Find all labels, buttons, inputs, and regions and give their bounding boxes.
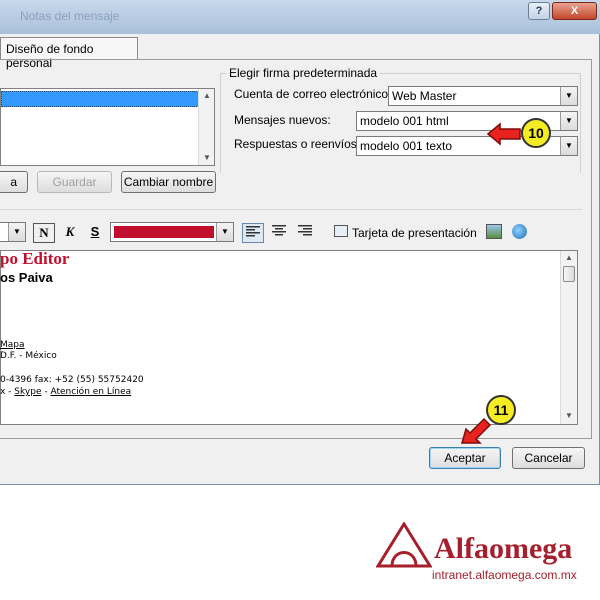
list-scrollbar[interactable]: ▲ ▼ bbox=[198, 89, 214, 165]
chevron-down-icon[interactable]: ▼ bbox=[560, 137, 577, 155]
replies-value: modelo 001 texto bbox=[360, 139, 453, 153]
align-center-button[interactable] bbox=[268, 223, 290, 243]
pointer-arrow-icon bbox=[486, 122, 521, 146]
account-label: Cuenta de correo electrónico: bbox=[234, 87, 392, 101]
editor-scrollbar[interactable]: ▲ ▼ bbox=[560, 251, 577, 424]
map-link[interactable]: Mapa bbox=[0, 340, 25, 350]
scroll-thumb[interactable] bbox=[563, 266, 575, 282]
step-10-badge: 10 bbox=[521, 118, 551, 148]
title-bar: Notas del mensaje ? X bbox=[0, 0, 600, 34]
font-color-select[interactable]: ▼ bbox=[110, 222, 234, 242]
chevron-down-icon[interactable]: ▼ bbox=[216, 223, 233, 241]
font-size-select[interactable]: ▼ bbox=[0, 222, 26, 242]
new-messages-value: modelo 001 html bbox=[360, 114, 449, 128]
contact-prefix: x - bbox=[0, 387, 15, 397]
section-divider bbox=[0, 209, 582, 210]
scroll-up-icon[interactable]: ▲ bbox=[203, 91, 211, 100]
signature-phone: 0-4396 fax: +52 (55) 55752420 bbox=[0, 375, 144, 385]
align-right-button[interactable] bbox=[294, 223, 316, 243]
skype-link[interactable]: Skype bbox=[14, 387, 41, 397]
signature-city: D.F. - México bbox=[0, 351, 57, 361]
tab-personal-stationery[interactable]: Diseño de fondo personal bbox=[0, 37, 138, 70]
signature-company: po Editor bbox=[0, 249, 70, 268]
account-value: Web Master bbox=[392, 89, 457, 103]
default-signature-group-label: Elegir firma predeterminada bbox=[226, 66, 381, 80]
bold-button[interactable]: N bbox=[33, 223, 55, 243]
replies-label: Respuestas o reenvíos: bbox=[234, 137, 361, 151]
scroll-up-icon[interactable]: ▲ bbox=[565, 253, 573, 262]
align-left-button[interactable] bbox=[242, 223, 264, 243]
font-color-swatch bbox=[114, 226, 214, 238]
save-button[interactable]: Guardar bbox=[37, 171, 112, 193]
chevron-down-icon[interactable]: ▼ bbox=[560, 87, 577, 105]
pointer-arrow-icon bbox=[461, 417, 492, 444]
scroll-down-icon[interactable]: ▼ bbox=[565, 411, 573, 420]
align-left-icon bbox=[246, 226, 260, 237]
help-button[interactable]: ? bbox=[528, 2, 550, 20]
align-center-icon bbox=[272, 225, 286, 236]
window-title: Notas del mensaje bbox=[20, 9, 120, 23]
delete-button[interactable]: a bbox=[0, 171, 28, 193]
close-button[interactable]: X bbox=[552, 2, 597, 20]
signature-list[interactable]: ▲ ▼ bbox=[0, 88, 215, 166]
chevron-down-icon[interactable]: ▼ bbox=[8, 223, 25, 241]
chevron-down-icon[interactable]: ▼ bbox=[560, 112, 577, 130]
signature-contact-line: x - Skype - Atención en Línea bbox=[0, 387, 131, 397]
rename-button[interactable]: Cambiar nombre bbox=[121, 171, 216, 193]
alfaomega-logo-icon bbox=[376, 522, 432, 568]
business-card-button[interactable]: Tarjeta de presentación bbox=[352, 226, 477, 240]
hyperlink-icon[interactable] bbox=[512, 224, 527, 239]
account-select[interactable]: Web Master ▼ bbox=[388, 86, 578, 106]
brand-url: intranet.alfaomega.com.mx bbox=[432, 568, 577, 582]
italic-button[interactable]: K bbox=[60, 223, 80, 243]
cancel-button[interactable]: Cancelar bbox=[512, 447, 585, 469]
online-support-link[interactable]: Atención en Línea bbox=[50, 387, 131, 397]
selected-signature-item[interactable] bbox=[1, 91, 199, 107]
business-card-icon[interactable] bbox=[334, 225, 348, 237]
scroll-down-icon[interactable]: ▼ bbox=[203, 153, 211, 162]
accept-button[interactable]: Aceptar bbox=[429, 447, 501, 469]
signature-name: os Paiva bbox=[0, 270, 53, 285]
brand-name: Alfaomega bbox=[434, 532, 573, 565]
new-messages-label: Mensajes nuevos: bbox=[234, 113, 331, 127]
insert-picture-icon[interactable] bbox=[486, 224, 502, 239]
step-11-badge: 11 bbox=[486, 395, 516, 425]
underline-button[interactable]: S bbox=[85, 223, 105, 243]
align-right-icon bbox=[298, 225, 312, 236]
